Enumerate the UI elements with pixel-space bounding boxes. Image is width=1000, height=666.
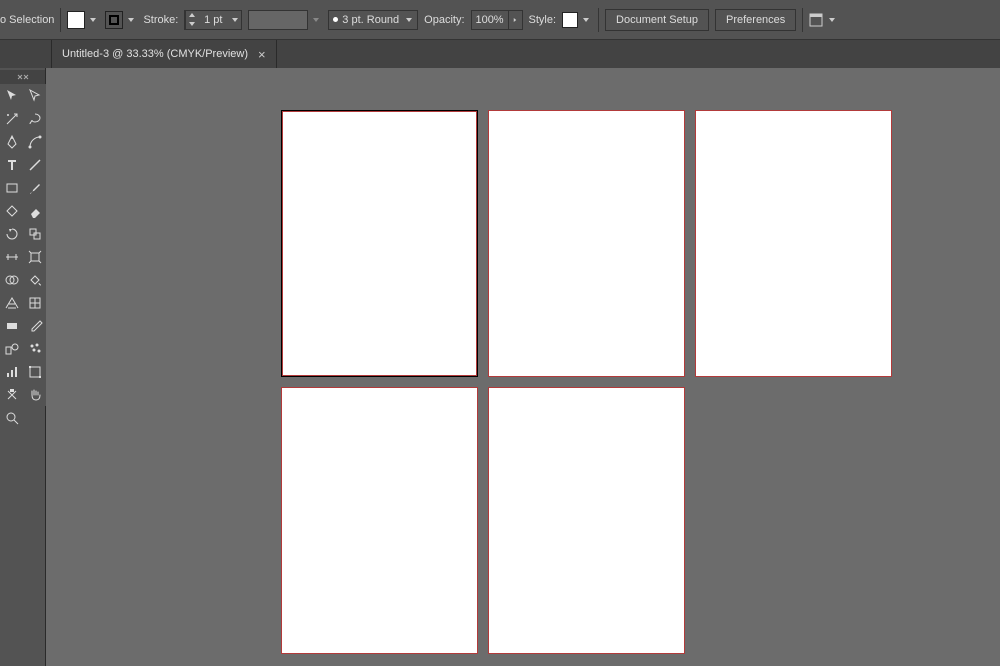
style-label: Style: bbox=[529, 14, 557, 26]
stroke-weight-down[interactable] bbox=[185, 20, 197, 29]
gradient-tool[interactable] bbox=[0, 314, 23, 337]
selection-tool[interactable] bbox=[0, 84, 23, 107]
document-tab-bar: Untitled-3 @ 33.33% (CMYK/Preview) × bbox=[0, 40, 1000, 68]
stroke-profile-swatch[interactable] bbox=[248, 10, 308, 30]
tools-panel-header[interactable] bbox=[0, 70, 45, 84]
brush-label: 3 pt. Round bbox=[342, 14, 399, 26]
eyedropper-tool[interactable] bbox=[23, 314, 46, 337]
document-setup-button[interactable]: Document Setup bbox=[605, 9, 709, 31]
main-area bbox=[0, 68, 1000, 666]
stroke-dropdown[interactable] bbox=[125, 11, 137, 29]
symbol-sprayer-tool[interactable] bbox=[23, 337, 46, 360]
fill-swatch[interactable] bbox=[67, 11, 85, 29]
blend-tool[interactable] bbox=[0, 337, 23, 360]
separator bbox=[60, 8, 61, 32]
tools-grid bbox=[0, 84, 45, 429]
shaper-tool[interactable] bbox=[0, 199, 23, 222]
artboard[interactable] bbox=[696, 111, 891, 376]
brush-dot-icon bbox=[333, 17, 338, 22]
document-tab-title: Untitled-3 @ 33.33% (CMYK/Preview) bbox=[62, 48, 248, 60]
artboard-tool[interactable] bbox=[23, 360, 46, 383]
opacity-label: Opacity: bbox=[424, 14, 464, 26]
control-bar: o Selection Stroke: 3 pt. Round Opacity:… bbox=[0, 0, 1000, 40]
fill-swatch-group[interactable] bbox=[67, 11, 99, 29]
tab-well bbox=[0, 40, 52, 68]
align-to-button[interactable] bbox=[809, 13, 835, 27]
direct-selection-tool[interactable] bbox=[23, 84, 46, 107]
stroke-weight-input[interactable] bbox=[184, 10, 242, 30]
canvas[interactable] bbox=[46, 68, 1000, 666]
pen-tool[interactable] bbox=[0, 130, 23, 153]
style-swatch-group[interactable] bbox=[562, 11, 592, 29]
perspective-grid-tool[interactable] bbox=[0, 291, 23, 314]
stroke-swatch-group[interactable] bbox=[105, 11, 137, 29]
opacity-field[interactable] bbox=[472, 14, 508, 26]
shape-builder-tool[interactable] bbox=[0, 268, 23, 291]
type-tool[interactable] bbox=[0, 153, 23, 176]
stroke-weight-dropdown[interactable] bbox=[229, 11, 241, 29]
column-graph-tool[interactable] bbox=[0, 360, 23, 383]
artboard[interactable] bbox=[282, 111, 477, 376]
scale-tool[interactable] bbox=[23, 222, 46, 245]
artboard[interactable] bbox=[489, 388, 684, 653]
rotate-tool[interactable] bbox=[0, 222, 23, 245]
style-dropdown[interactable] bbox=[580, 11, 592, 29]
slice-tool[interactable] bbox=[0, 383, 23, 406]
artboard[interactable] bbox=[282, 388, 477, 653]
tools-panel bbox=[0, 68, 46, 666]
opacity-dropdown[interactable] bbox=[508, 11, 522, 29]
magic-wand-tool[interactable] bbox=[0, 107, 23, 130]
stroke-weight-up[interactable] bbox=[185, 11, 197, 20]
brush-definition[interactable]: 3 pt. Round bbox=[328, 10, 418, 30]
rectangle-tool[interactable] bbox=[0, 176, 23, 199]
stroke-label: Stroke: bbox=[143, 14, 178, 26]
curvature-tool[interactable] bbox=[23, 130, 46, 153]
live-paint-tool[interactable] bbox=[23, 268, 46, 291]
free-transform-tool[interactable] bbox=[23, 245, 46, 268]
lasso-tool[interactable] bbox=[23, 107, 46, 130]
opacity-input[interactable] bbox=[471, 10, 523, 30]
preferences-button[interactable]: Preferences bbox=[715, 9, 796, 31]
style-swatch[interactable] bbox=[562, 12, 578, 28]
zoom-tool[interactable] bbox=[0, 406, 23, 429]
separator bbox=[598, 8, 599, 32]
eraser-tool[interactable] bbox=[23, 199, 46, 222]
paintbrush-tool[interactable] bbox=[23, 176, 46, 199]
fill-dropdown[interactable] bbox=[87, 11, 99, 29]
hand-tool[interactable] bbox=[23, 383, 46, 406]
line-tool[interactable] bbox=[23, 153, 46, 176]
document-tab[interactable]: Untitled-3 @ 33.33% (CMYK/Preview) × bbox=[52, 40, 277, 68]
stroke-weight-field[interactable] bbox=[197, 14, 229, 26]
stroke-swatch[interactable] bbox=[105, 11, 123, 29]
stroke-profile-dropdown[interactable] bbox=[310, 11, 322, 29]
brush-dropdown[interactable] bbox=[403, 11, 415, 29]
artboard[interactable] bbox=[489, 111, 684, 376]
width-tool[interactable] bbox=[0, 245, 23, 268]
mesh-tool[interactable] bbox=[23, 291, 46, 314]
selection-indicator: o Selection bbox=[0, 14, 54, 26]
stroke-profile-group[interactable] bbox=[248, 10, 322, 30]
separator bbox=[802, 8, 803, 32]
close-tab-button[interactable]: × bbox=[258, 47, 266, 62]
